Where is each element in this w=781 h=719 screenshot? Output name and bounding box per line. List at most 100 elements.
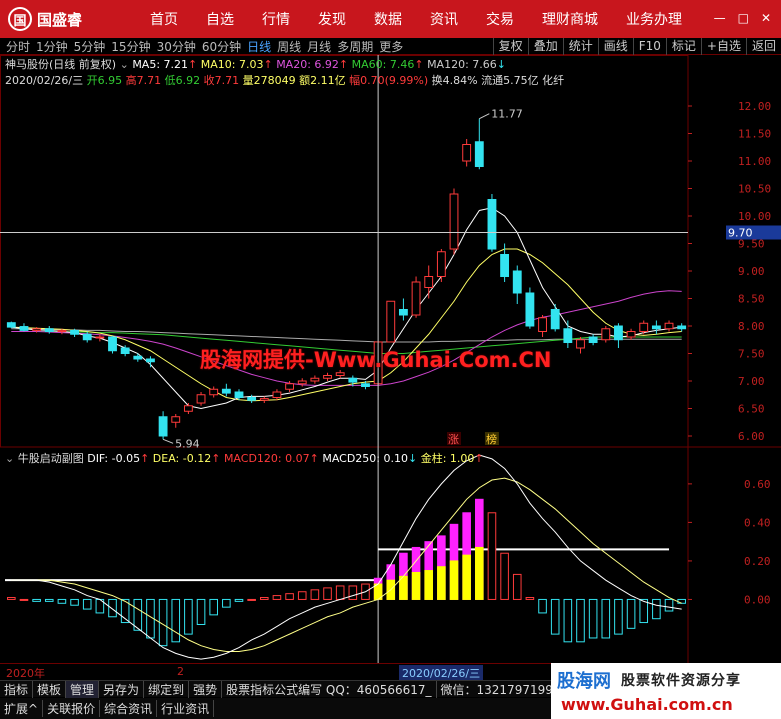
dif-label: DIF: -0.05 [87,452,141,465]
tool-button-0[interactable]: 复权 [492,38,528,55]
price-tick-label: 11.00 [738,155,771,168]
ad-slogan: 股票软件资源分享 [621,673,741,689]
quote-line: 2020/02/26/三 开6.95 高7.71 低6.92 收7.71 量27… [5,72,564,88]
month-label: 2 [177,665,184,678]
macd-bar [588,598,598,639]
macd250-label: MACD250: 0.10 [322,452,408,465]
ma5-label: MA5: 7.21 [132,58,189,71]
macd-bar [57,598,67,604]
candle-body [361,383,370,387]
macd-bar [247,598,256,601]
candle-body [221,388,231,394]
nav-item-7[interactable]: 理财商城 [542,9,598,29]
period-tab-5[interactable]: 60分钟 [202,38,241,55]
gold-bar [449,560,459,600]
maximize-icon[interactable]: □ [738,11,749,25]
macd-bar [196,598,206,625]
ma10-label: MA10: 7.03 [200,58,264,71]
macd-bar [652,598,661,620]
quote-turnover: 换4.84% [431,74,478,87]
info-tab-3[interactable]: 行业资讯 [157,700,215,717]
tool-button-4[interactable]: F10 [632,38,666,55]
candle-body [272,391,282,398]
period-tab-7[interactable]: 周线 [277,38,301,55]
macd-bar [538,598,547,614]
nav-item-1[interactable]: 自选 [206,9,234,29]
candle-body [146,358,155,363]
period-tab-6[interactable]: 日线 [247,38,271,55]
indicator-tab-3[interactable]: 另存为 [99,680,145,698]
macd-bar [32,598,41,602]
candle-body [19,326,29,331]
macd-bar [677,598,686,604]
candle-body [234,391,244,398]
candle-body [588,336,598,343]
low-marker-line [162,438,174,444]
app-name: 国盛睿 [37,10,83,29]
gold-bar [424,570,434,600]
period-tab-4[interactable]: 30分钟 [157,38,196,55]
nav-item-6[interactable]: 交易 [486,9,514,29]
quote-low: 低6.92 [164,74,201,87]
nav-item-2[interactable]: 行情 [262,9,290,29]
macd-bar [209,598,218,616]
macd-bar [525,597,535,600]
app-logo[interactable]: 国 国盛睿 [0,7,150,31]
macd-bar [335,585,345,600]
indicator-collapse-icon[interactable]: ⌄ [5,452,14,465]
ad-banner[interactable]: 股海网 股票软件资源分享 www.Guhai.com.cn [551,663,781,719]
candle-body [626,331,636,338]
indicator-tab-1[interactable]: 模板 [33,680,67,698]
gold-bar [475,546,484,600]
nav-item-3[interactable]: 发现 [318,9,346,29]
tool-button-2[interactable]: 统计 [562,38,598,55]
macd-bar [133,598,143,631]
indicator-tab-6[interactable]: 股票指标公式编写 QQ：460566617_ [222,680,437,698]
indicator-tab-2[interactable]: 管理 [66,680,100,698]
macd-bar [550,598,560,635]
gold-label: 金柱: 1.00 [420,452,475,465]
candle-body [285,383,295,390]
candle-body [436,251,446,277]
period-tab-3[interactable]: 15分钟 [111,38,150,55]
quote-sector[interactable]: 化纤 [542,74,564,87]
nav-item-4[interactable]: 数据 [374,9,402,29]
close-icon[interactable]: ✕ [761,11,771,25]
candle-body [95,336,105,339]
price-tick-label: 11.50 [738,128,771,141]
macd-bar [184,598,193,635]
macd120-label: MACD120: 0.07 [223,452,310,465]
period-tab-0[interactable]: 分时 [6,38,30,55]
period-tab-9[interactable]: 多周期 [337,38,373,55]
tool-button-5[interactable]: 标记 [665,38,701,55]
gold-bar [411,571,421,600]
stock-ma-line: 神马股份(日线 前复权) ⌄ MA5: 7.21↑ MA10: 7.03↑ MA… [5,58,506,71]
info-tab-2[interactable]: 综合资讯 [100,700,158,717]
period-tab-10[interactable]: 更多 [379,38,403,55]
tool-button-1[interactable]: 叠加 [527,38,563,55]
low-marker-label: 5.94 [175,437,200,450]
tool-button-6[interactable]: +自选 [700,38,746,55]
price-tick-label: 6.00 [738,430,765,443]
period-tab-2[interactable]: 5分钟 [74,38,106,55]
period-tab-1[interactable]: 1分钟 [36,38,68,55]
indicator-tab-4[interactable]: 绑定到 [144,680,190,698]
tool-button-7[interactable]: 返回 [745,38,781,55]
macd-bar [297,591,307,600]
high-marker-label: 11.77 [491,108,523,121]
nav-item-8[interactable]: 业务办理 [626,9,682,29]
minimize-icon[interactable]: — [714,11,726,25]
period-tab-8[interactable]: 月线 [307,38,331,55]
macd-bar [108,598,117,618]
info-tab-0[interactable]: 扩展^ [0,700,44,717]
info-tab-1[interactable]: 关联报价 [43,700,101,717]
indicator-tab-5[interactable]: 强势 [189,680,223,698]
nav-item-0[interactable]: 首页 [150,9,178,29]
indicator-tab-0[interactable]: 指标 [0,680,34,698]
tool-button-3[interactable]: 画线 [597,38,633,55]
nav-item-5[interactable]: 资讯 [430,9,458,29]
candle-body [601,328,611,341]
macd-bar [576,598,585,643]
indicator-name[interactable]: 牛股启动副图 [18,452,84,465]
collapse-icon[interactable]: ⌄ [120,58,129,71]
